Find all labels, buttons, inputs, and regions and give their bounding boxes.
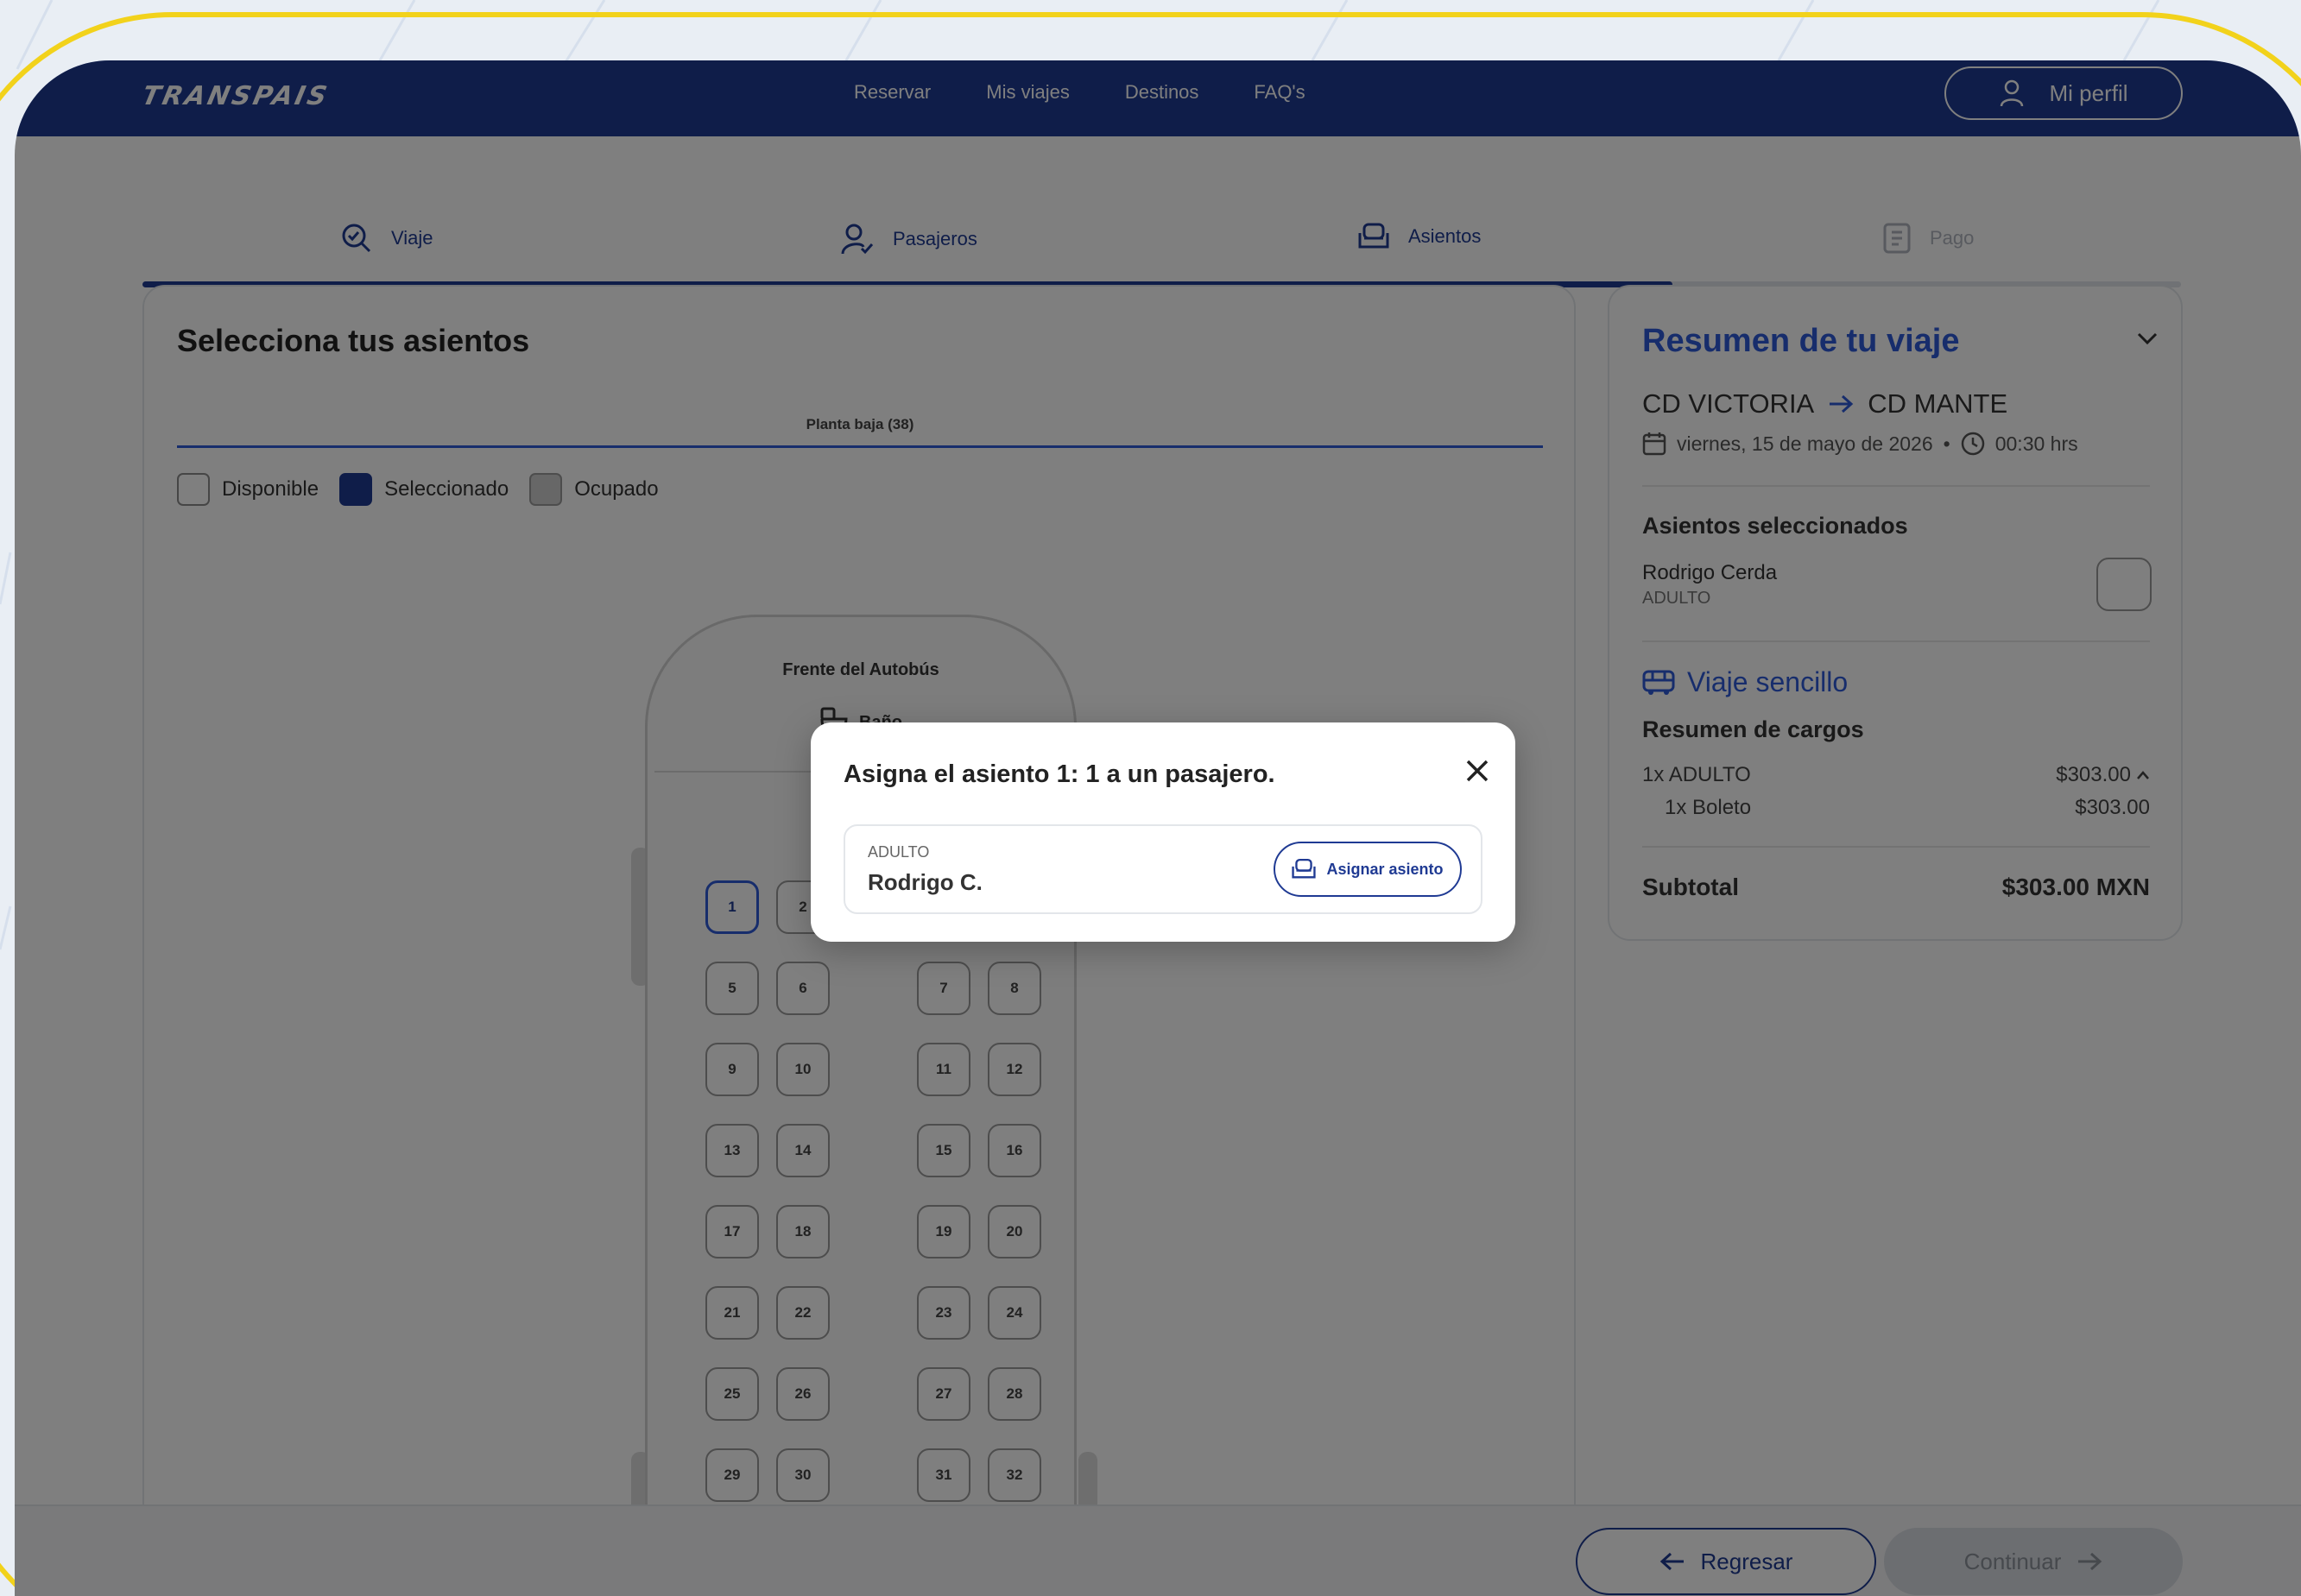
assign-seat-modal: Asigna el asiento 1: 1 a un pasajero. AD… [811,722,1515,942]
modal-passenger-type: ADULTO [868,843,930,861]
assign-seat-button[interactable]: Asignar asiento [1274,842,1462,897]
close-icon[interactable] [1465,759,1489,783]
seat-icon [1292,858,1317,879]
app-window: TRANSPAIS Reservar Mis viajes Destinos F… [15,60,2301,1596]
modal-passenger-name: Rodrigo C. [868,869,983,895]
assign-seat-label: Asignar asiento [1326,860,1444,878]
passenger-option: ADULTO Rodrigo C. Asignar asiento [844,824,1482,914]
modal-title: Asigna el asiento 1: 1 a un pasajero. [844,760,1275,788]
